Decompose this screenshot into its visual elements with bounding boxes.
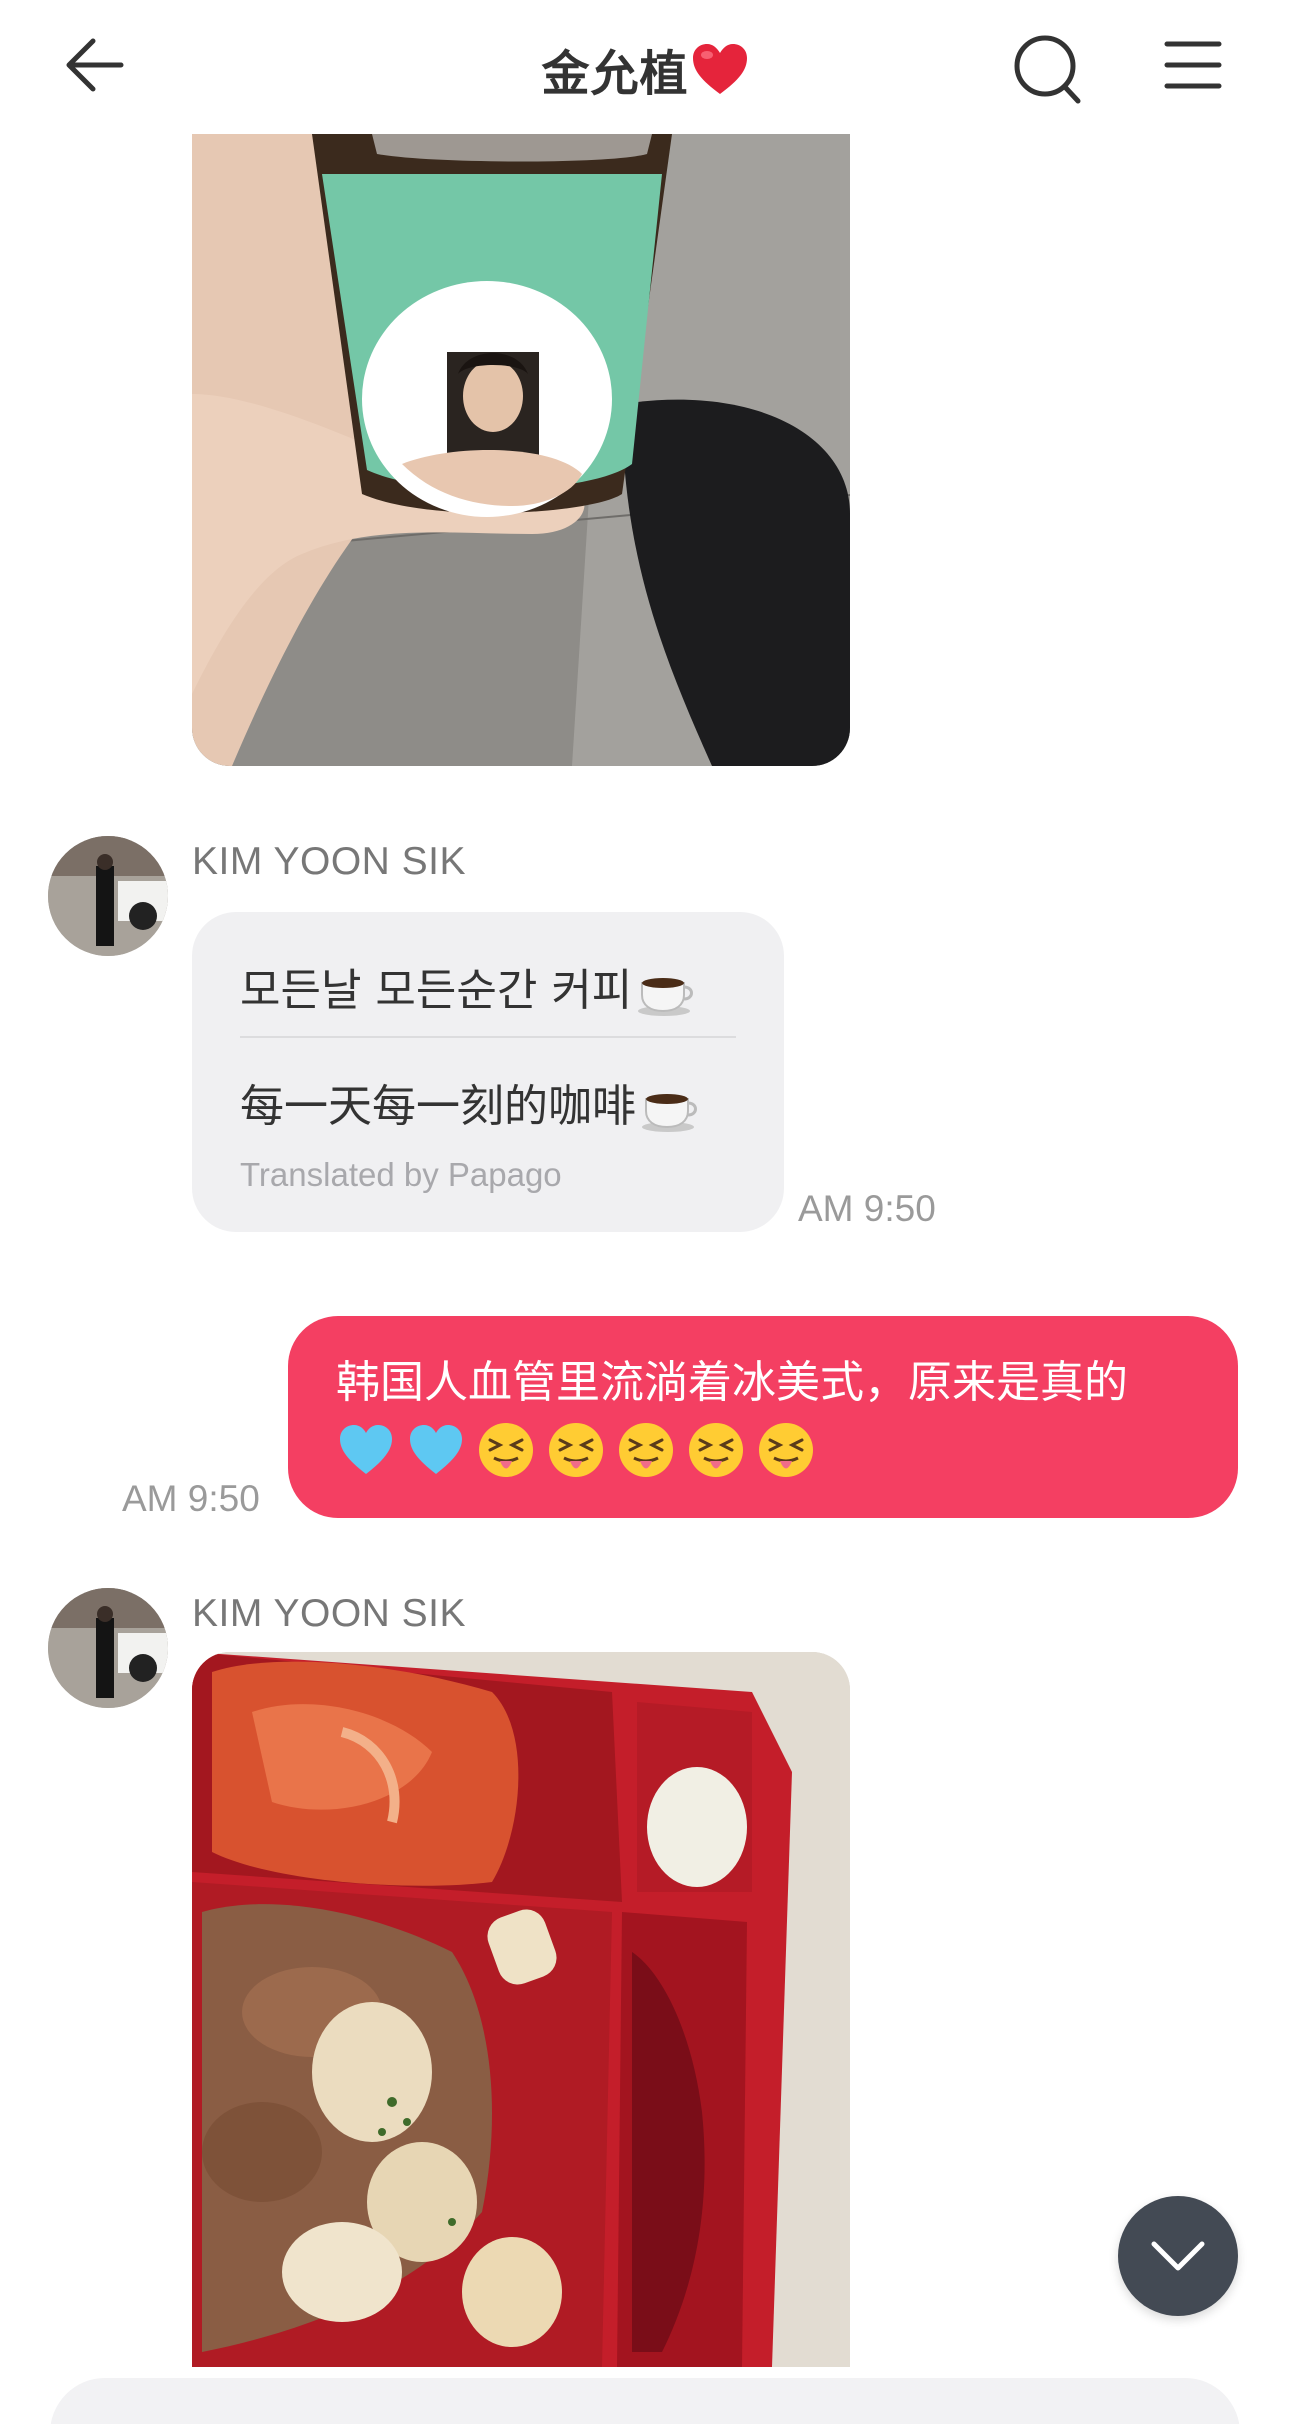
coffee-photo-art (192, 134, 850, 766)
translation-text-row: 每一天每一刻的咖啡 (240, 1070, 700, 1134)
translated-message-bubble[interactable]: 모든날 모든순간 커피 每一天每一刻的咖啡 Translated by Papa… (192, 912, 784, 1232)
sender-name: KIM YOON SIK (192, 1592, 467, 1635)
original-text-row: 모든날 모든순간 커피 (240, 954, 696, 1018)
emoji-row (336, 1420, 816, 1480)
message-input-bar[interactable] (50, 2378, 1240, 2424)
translation-credit: Translated by Papago (240, 1156, 562, 1193)
search-button[interactable] (1008, 30, 1088, 110)
hot-beverage-icon (642, 1094, 697, 1132)
squinting-tongue-face-icon (756, 1420, 816, 1480)
squinting-tongue-face-icon (686, 1420, 746, 1480)
scroll-to-bottom-button[interactable] (1118, 2196, 1238, 2316)
light-blue-heart-icon (406, 1420, 466, 1480)
hot-beverage-icon (638, 978, 694, 1016)
sender-name: KIM YOON SIK (192, 840, 467, 883)
translation-text: 每一天每一刻的咖啡 (240, 1081, 636, 1132)
chevron-down-icon (1151, 2241, 1205, 2271)
translation-divider (240, 1036, 736, 1038)
squinting-tongue-face-icon (616, 1420, 676, 1480)
search-icon (1014, 35, 1081, 104)
sender-avatar[interactable] (48, 836, 168, 956)
message-time: AM 9:50 (798, 1188, 936, 1229)
light-blue-heart-icon (336, 1420, 396, 1480)
chat-title: 金允植 (0, 34, 1290, 104)
menu-button[interactable] (1158, 30, 1228, 100)
outgoing-message-bubble[interactable]: 韩国人血管里流淌着冰美式，原来是真的 (288, 1316, 1238, 1518)
chat-title-text: 金允植 (541, 46, 689, 102)
original-text: 모든날 모든순간 커피 (240, 965, 633, 1016)
message-time: AM 9:50 (122, 1478, 260, 1519)
outgoing-message-text: 韩国人血管里流淌着冰美式，原来是真的 (336, 1357, 1128, 1408)
coffee-cup-photo[interactable] (192, 134, 850, 766)
chat-header: 金允植 (0, 0, 1290, 134)
red-heart-icon (692, 44, 747, 94)
squinting-tongue-face-icon (546, 1420, 606, 1480)
avatar-photo (48, 1588, 168, 1708)
hamburger-menu-icon (1164, 41, 1222, 89)
food-photo-art (192, 1652, 850, 2367)
sender-avatar[interactable] (48, 1588, 168, 1708)
squinting-tongue-face-icon (476, 1420, 536, 1480)
lunch-box-photo[interactable] (192, 1652, 850, 2367)
avatar-photo (48, 836, 168, 956)
